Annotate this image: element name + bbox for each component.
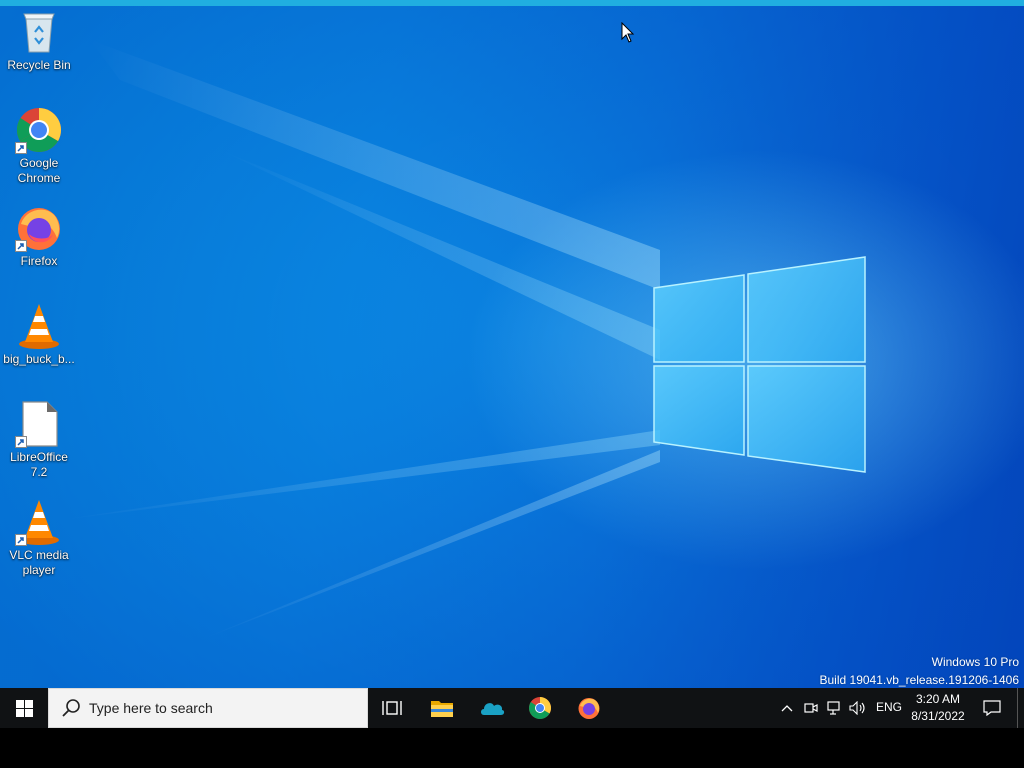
- onedrive-button[interactable]: [468, 688, 516, 728]
- desktop-icon-label: Recycle Bin: [7, 58, 71, 72]
- tray-volume-button[interactable]: [849, 700, 867, 716]
- top-accent-bar: [0, 0, 1024, 6]
- desktop-icon-label: VLC media player: [9, 548, 69, 577]
- onedrive-icon: [481, 703, 505, 715]
- shortcut-arrow-icon: [15, 534, 27, 546]
- speaker-icon: [849, 701, 865, 715]
- tray-meet-now-button[interactable]: [803, 700, 819, 716]
- taskbar: Type here to search ENG 3:20 AM 8/31/202…: [0, 688, 1024, 728]
- taskbar-clock[interactable]: 3:20 AM 8/31/2022: [904, 691, 972, 725]
- file-explorer-icon: [431, 701, 453, 717]
- desktop-icon-label: LibreOffice 7.2: [10, 450, 68, 479]
- windows-logo-icon: [653, 256, 866, 473]
- search-placeholder: Type here to search: [89, 700, 213, 716]
- clock-date: 8/31/2022: [911, 709, 965, 723]
- shortcut-arrow-icon: [15, 240, 27, 252]
- desktop-icon-firefox[interactable]: Firefox: [2, 204, 76, 269]
- shortcut-arrow-icon: [15, 436, 27, 448]
- vlc-file-icon: [15, 302, 63, 350]
- desktop-icon-label: Firefox: [20, 254, 58, 268]
- desktop-icon-big-buck-bunny[interactable]: big_buck_b...: [2, 302, 76, 367]
- search-icon: [62, 699, 80, 717]
- clock-time: 3:20 AM: [915, 692, 961, 706]
- chrome-taskbar-button[interactable]: [516, 688, 564, 728]
- shortcut-arrow-icon: [15, 142, 27, 154]
- firefox-taskbar-button[interactable]: [565, 688, 613, 728]
- libreoffice-icon: [15, 400, 63, 448]
- chrome-icon: [15, 106, 63, 154]
- task-view-button[interactable]: [368, 688, 416, 728]
- desktop-icon-label: big_buck_b...: [3, 352, 75, 366]
- watermark-edition: Windows 10 Pro: [931, 655, 1019, 669]
- action-center-button[interactable]: [976, 688, 1008, 728]
- show-hidden-icons-button[interactable]: [779, 700, 795, 716]
- desktop-icon-google-chrome[interactable]: Google Chrome: [2, 106, 76, 186]
- tray-network-button[interactable]: [826, 700, 844, 716]
- recycle-bin-icon: [15, 8, 63, 56]
- screen-bottom-border: [0, 728, 1024, 768]
- meet-now-icon: [804, 703, 818, 713]
- windows-version-watermark: Windows 10 Pro Build 19041.vb_release.19…: [820, 653, 1020, 688]
- chrome-icon: [528, 697, 551, 719]
- file-explorer-button[interactable]: [418, 688, 466, 728]
- language-indicator[interactable]: ENG: [876, 700, 902, 714]
- desktop-icon-label: Google Chrome: [17, 156, 61, 185]
- desktop[interactable]: Recycle Bin Google Chrome Firefox big_bu…: [0, 0, 1024, 688]
- firefox-icon: [15, 204, 63, 252]
- mouse-cursor-icon: [621, 22, 635, 43]
- desktop-icon-vlc-media-player[interactable]: VLC media player: [2, 498, 76, 578]
- network-icon: [827, 701, 840, 715]
- taskbar-search-box[interactable]: Type here to search: [48, 688, 368, 728]
- desktop-icon-recycle-bin[interactable]: Recycle Bin: [2, 8, 76, 73]
- firefox-icon: [578, 698, 600, 719]
- task-view-icon: [382, 701, 402, 715]
- chevron-up-icon: [781, 705, 793, 712]
- vlc-icon: [15, 498, 63, 546]
- start-button[interactable]: [0, 688, 48, 728]
- watermark-build: Build 19041.vb_release.191206-1406: [819, 673, 1020, 687]
- notification-icon: [983, 700, 1001, 716]
- windows-start-icon: [15, 699, 33, 717]
- desktop-icon-libreoffice[interactable]: LibreOffice 7.2: [2, 400, 76, 480]
- show-desktop-button[interactable]: [1017, 688, 1024, 728]
